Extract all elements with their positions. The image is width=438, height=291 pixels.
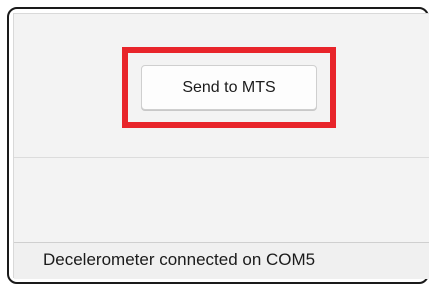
send-to-mts-button[interactable]: Send to MTS (141, 65, 317, 110)
status-bar: Decelerometer connected on COM5 (14, 243, 429, 279)
status-text: Decelerometer connected on COM5 (43, 250, 316, 269)
middle-panel (14, 158, 429, 242)
app-window: Decelerometer connected on COM5 Send to … (13, 13, 429, 279)
